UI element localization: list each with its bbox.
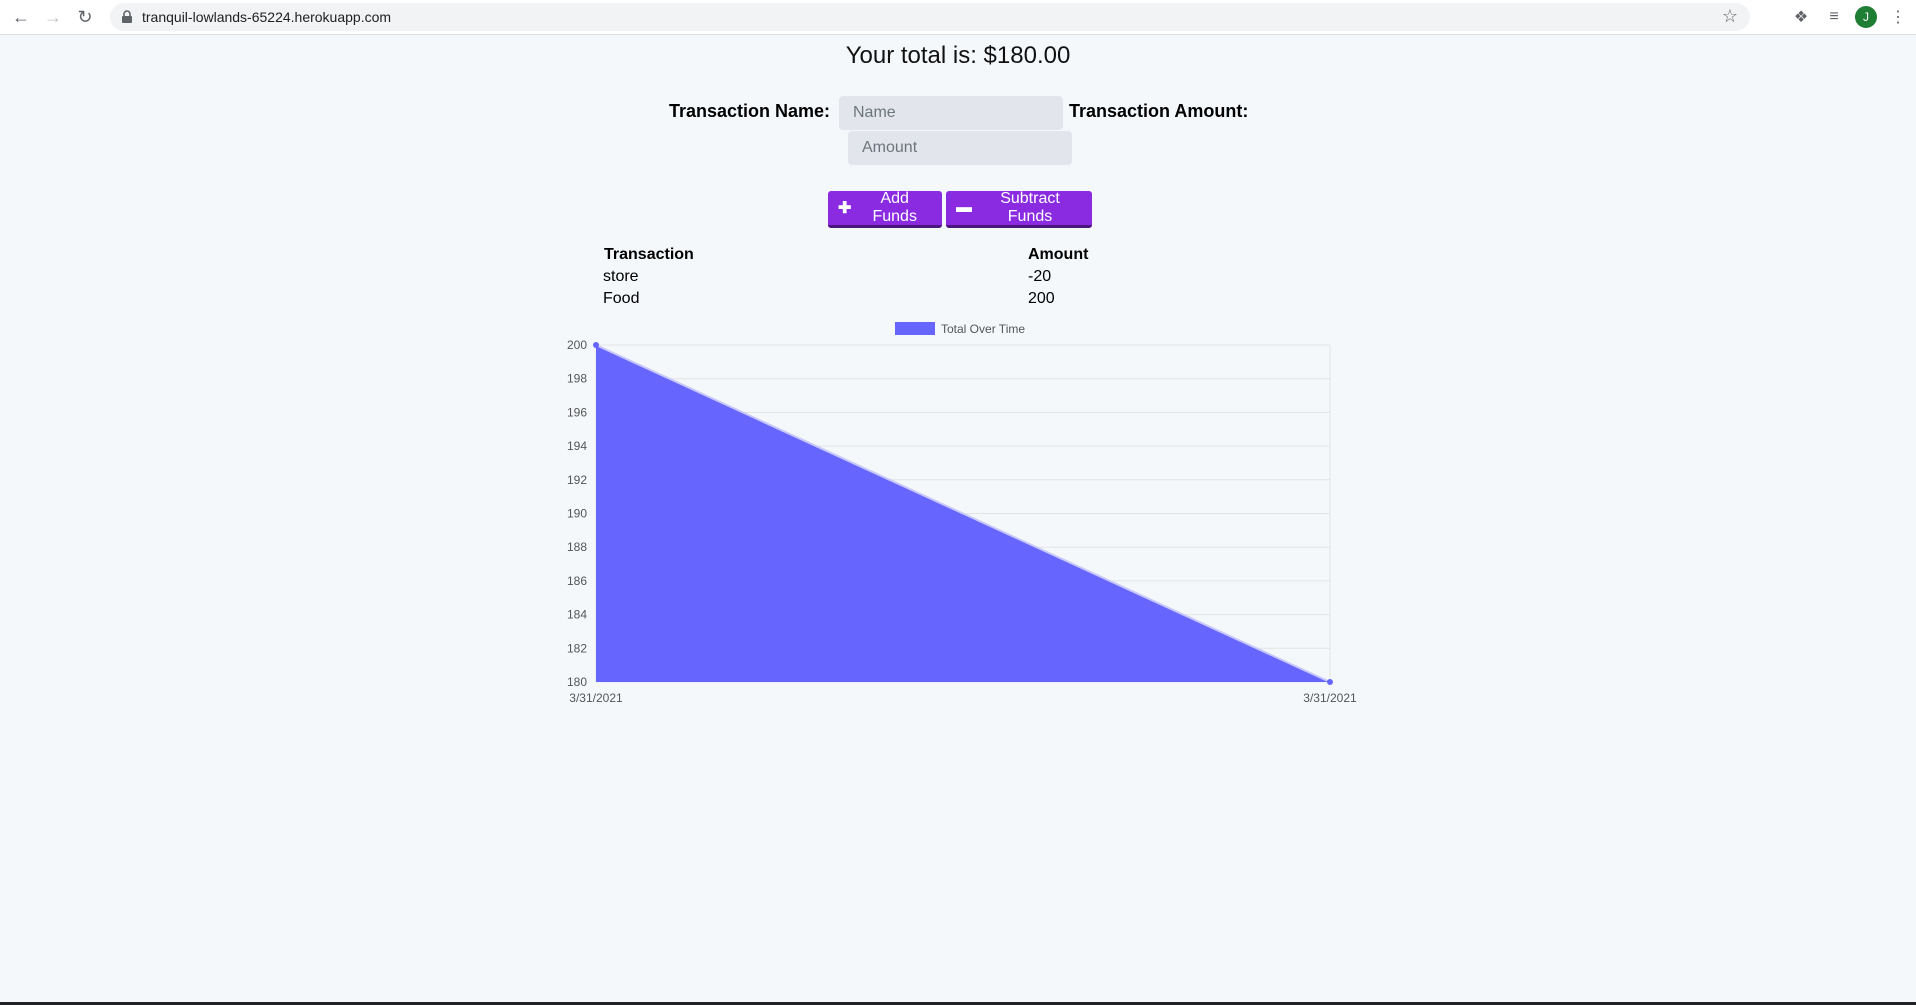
add-funds-button[interactable]: ✚ Add Funds xyxy=(828,190,942,228)
x-tick-label: 3/31/2021 xyxy=(569,691,623,705)
star-icon[interactable]: ☆ xyxy=(1722,6,1738,27)
address-bar[interactable]: tranquil-lowlands-65224.herokuapp.com ☆ xyxy=(110,3,1750,31)
plus-icon: ✚ xyxy=(838,200,852,217)
data-point xyxy=(593,342,599,348)
extensions-icon[interactable]: ❖ xyxy=(1789,5,1813,29)
y-tick-label: 180 xyxy=(567,675,587,689)
transaction-name-input[interactable] xyxy=(839,96,1063,130)
subtract-funds-label: Subtract Funds xyxy=(1000,190,1060,225)
header-amount: Amount xyxy=(1028,246,1089,263)
y-tick-label: 196 xyxy=(567,405,587,419)
transaction-name-label: Transaction Name: xyxy=(669,101,831,121)
data-point xyxy=(1327,679,1333,685)
transaction-amount-label: Transaction Amount: xyxy=(1069,101,1249,121)
legend-swatch xyxy=(895,322,935,335)
y-tick-label: 192 xyxy=(567,473,587,487)
reading-list-icon[interactable]: ≡ xyxy=(1822,5,1846,29)
row-1-transaction: store xyxy=(603,268,639,285)
back-icon[interactable]: ← xyxy=(9,5,33,29)
minus-icon: ▬ xyxy=(956,199,972,216)
y-tick-label: 200 xyxy=(567,338,587,352)
lock-icon xyxy=(122,10,132,23)
row-2-transaction: Food xyxy=(603,290,640,307)
row-1-amount: -20 xyxy=(1028,268,1052,285)
avatar[interactable]: J xyxy=(1855,6,1877,28)
url-text: tranquil-lowlands-65224.herokuapp.com xyxy=(142,9,392,25)
menu-icon[interactable]: ⋮ xyxy=(1886,5,1910,29)
y-tick-label: 190 xyxy=(567,507,587,521)
x-tick-label: 3/31/2021 xyxy=(1303,691,1357,705)
total-over-time-chart: 180 182 184 186 188 190 192 194 196 198 200 3/31/20… xyxy=(567,322,1357,705)
total-heading: Your total is: $180.00 xyxy=(845,42,1071,69)
browser-toolbar: ← → ↻ tranquil-lowlands-65224.herokuapp.… xyxy=(0,0,1916,35)
subtract-funds-button[interactable]: ▬ Subtract Funds xyxy=(946,190,1092,228)
reload-icon[interactable]: ↻ xyxy=(73,5,97,29)
y-tick-label: 188 xyxy=(567,540,587,554)
transaction-amount-input[interactable] xyxy=(848,131,1072,165)
forward-icon[interactable]: → xyxy=(41,5,65,29)
y-tick-label: 186 xyxy=(567,574,587,588)
add-funds-label: Add Funds xyxy=(872,190,917,225)
y-tick-label: 182 xyxy=(567,641,587,655)
y-tick-label: 198 xyxy=(567,372,587,386)
legend-label: Total Over Time xyxy=(941,322,1025,336)
y-tick-label: 184 xyxy=(567,608,587,622)
y-tick-label: 194 xyxy=(567,439,587,453)
header-transaction: Transaction xyxy=(604,246,694,263)
row-2-amount: 200 xyxy=(1028,290,1055,307)
